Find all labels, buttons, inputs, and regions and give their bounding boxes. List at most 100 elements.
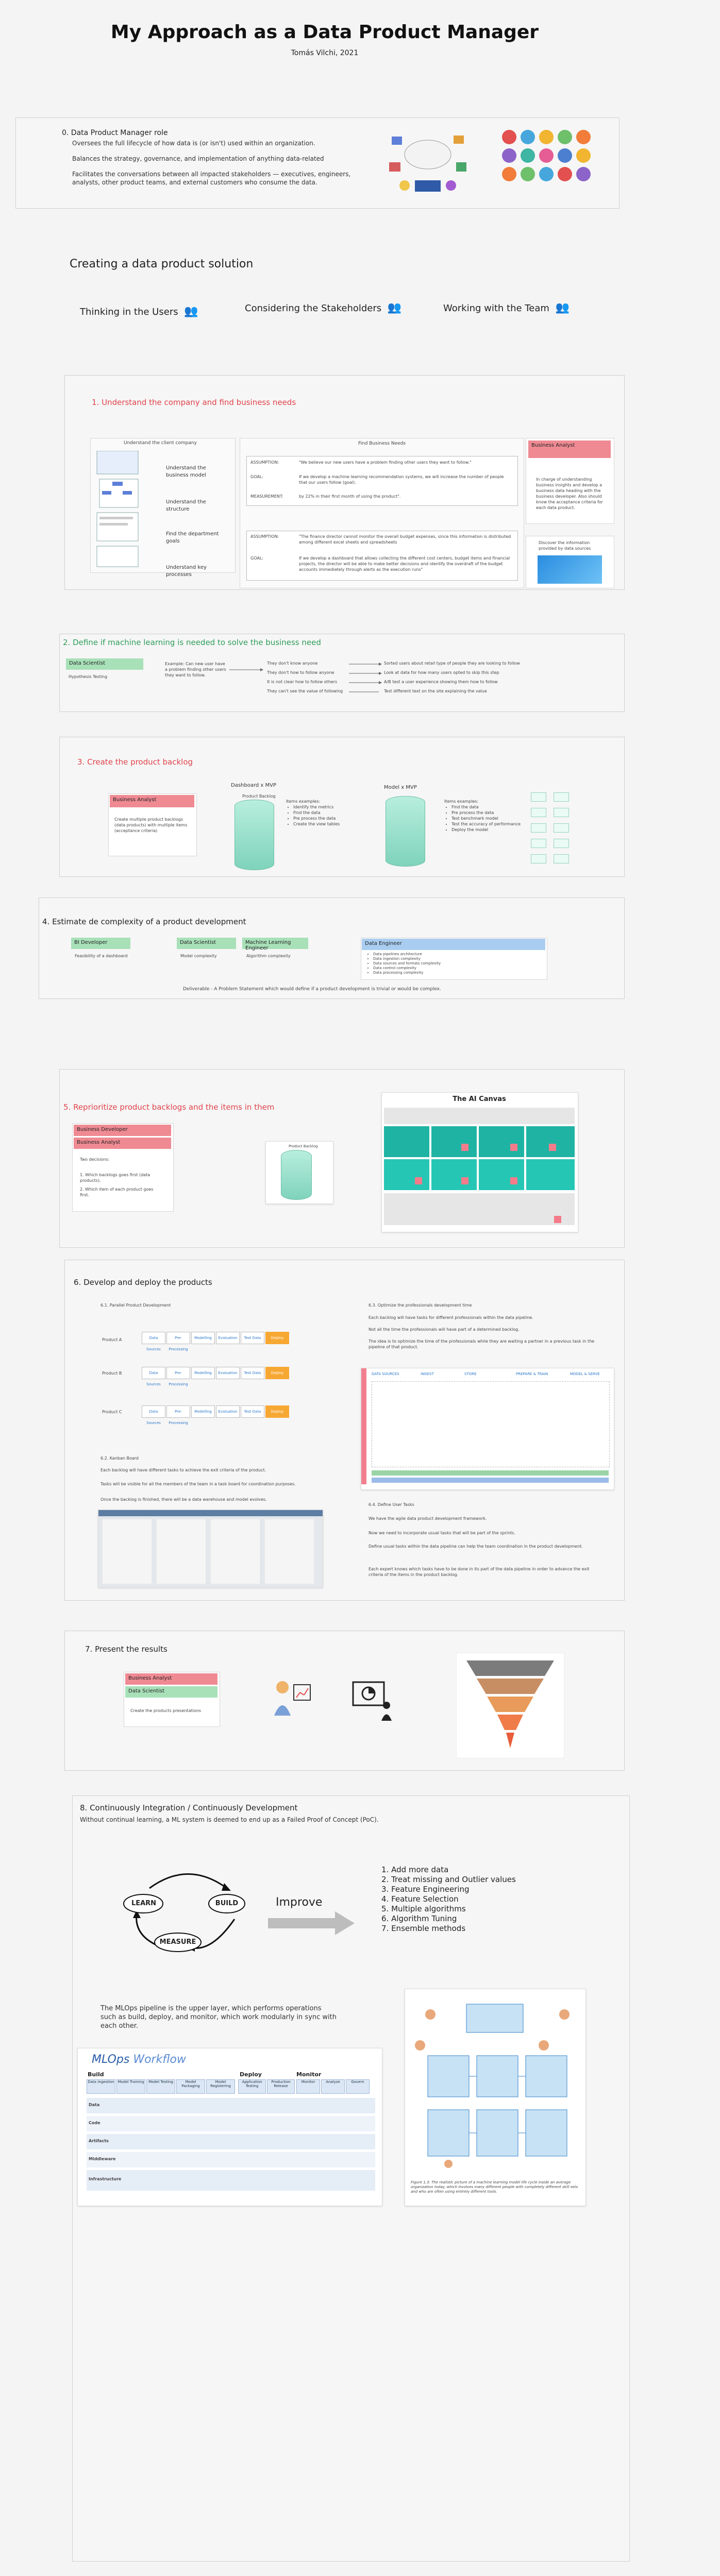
improvement-step: 5. Multiple algorithms: [381, 1904, 466, 1913]
ml-example: Example: Can new user have a problem fin…: [165, 662, 226, 677]
pipeline-stage-deploy: Deploy: [265, 1405, 289, 1418]
needs-val: If we develop a dashboard that allows co…: [299, 556, 510, 572]
mlops-row-label: Infrastructure: [89, 2177, 122, 2181]
mlops-step: Model Testing: [146, 2079, 175, 2094]
data-sources-text: Discover the information provided by dat…: [539, 540, 591, 551]
pipeline-stage-deploy: Deploy: [265, 1367, 289, 1379]
model-item: Find the data: [451, 804, 521, 810]
mlops-row: [87, 2152, 375, 2167]
pipeline-stage: Evaluation: [216, 1332, 240, 1344]
ai-canvas-grid: [384, 1108, 575, 1229]
role-business-developer: Business Developer: [74, 1125, 171, 1136]
hypothesis-right: A/B test a user experience showing them …: [384, 680, 498, 684]
data-scientist-desc: Model complexity: [180, 954, 217, 958]
pipeline-stage: Modelling: [191, 1332, 215, 1344]
model-item: Deploy the model: [451, 827, 521, 833]
data-sources-image: [538, 555, 602, 584]
canvas-cell: [431, 1126, 477, 1157]
reprioritize-panel: [72, 1123, 174, 1212]
canvas-cell: [384, 1126, 429, 1157]
cycle-learn: LEARN: [131, 1900, 157, 1907]
role-data-scientist: Data Scientist: [66, 658, 143, 670]
hypothesis-right: Look at data for how many users opted to…: [384, 670, 499, 675]
bi-developer-desc: Feasibility of a dashboard: [75, 954, 128, 958]
client-item: Find the department goals: [166, 531, 219, 544]
mlops-step: Application Testing: [238, 2079, 266, 2094]
role-business-analyst: Business Analyst: [125, 1673, 217, 1685]
mlops-rows: Data Code Artifacts Middleware Infrastru…: [87, 2098, 375, 2198]
deliverable-text: Deliverable - A Problem Statement which …: [183, 987, 441, 992]
improvement-step: 7. Ensemble methods: [381, 1924, 466, 1933]
pipeline-footer-green: [372, 1470, 609, 1476]
ml-lifecycle-diagram: [415, 2004, 570, 2168]
pipeline-stage: Modelling: [191, 1405, 215, 1418]
kanban-board-screenshot: [98, 1510, 323, 1588]
role-bullet: Balances the strategy, governance, and i…: [72, 155, 324, 162]
needs-val: "The finance director cannot monitor the…: [299, 534, 511, 545]
canvas-marker: [554, 1216, 561, 1223]
define-text: Now we need to incorporate usual tasks t…: [369, 1531, 515, 1535]
data-lifecycle-illustration: [389, 135, 466, 192]
mlops-row: [87, 2170, 375, 2191]
hypothesis-right: Sorted users about retail type of people…: [384, 661, 520, 666]
section-2-title: 2. Define if machine learning is needed …: [63, 638, 321, 647]
section-6-title: 6. Develop and deploy the products: [74, 1278, 212, 1287]
role-data-scientist: Data Scientist: [177, 938, 236, 949]
optimize-text: The idea is to optimize the time of the …: [369, 1339, 595, 1349]
data-engineer-item: Data ingestion complexity: [373, 957, 441, 961]
pillar-users: Thinking in the Users 👥: [80, 305, 198, 318]
org-chart-thumbnails: [96, 451, 139, 567]
model-item: Test the accuracy of performance: [451, 821, 521, 827]
role-bullet: Oversees the full lifecycle of how data …: [72, 140, 315, 147]
ai-canvas-title: The AI Canvas: [453, 1095, 506, 1103]
define-text: We have the agile data product developme…: [369, 1516, 487, 1521]
model-items: Find the data Pre process the data Test …: [444, 804, 521, 833]
backlog-mini-item: [531, 839, 546, 848]
page-author: Tomás Vilchi, 2021: [291, 49, 359, 57]
role-bi-developer: BI Developer: [71, 938, 130, 949]
client-item: Understand the structure: [166, 499, 206, 512]
page-title: My Approach as a Data Product Manager: [110, 22, 539, 43]
section-4-title: 4. Estimate de complexity of a product d…: [42, 917, 246, 926]
define-text: Each expert knows which tasks have to be…: [369, 1567, 590, 1577]
parallel-title: 6.1. Parallel Product Development: [101, 1303, 171, 1308]
pipeline-footer-blue: [372, 1478, 609, 1483]
creating-title: Creating a data product solution: [70, 258, 254, 270]
role-business-analyst: Business Analyst: [528, 440, 611, 458]
pipeline-stage: Evaluation: [216, 1405, 240, 1418]
canvas-cell: [526, 1159, 575, 1190]
mlops-step: Data Ingestion: [87, 2079, 115, 2094]
decision-item: 2. Which item of each product goes first…: [80, 1187, 154, 1197]
canvas-band: [384, 1193, 575, 1225]
needs-key: ASSUMPTION:: [250, 534, 279, 539]
present-desc: Create the products presentations: [130, 1708, 202, 1713]
canvas-cell: [431, 1159, 477, 1190]
data-engineer-items: Data pipelines architecture Data ingesti…: [366, 952, 441, 975]
improve-label: Improve: [276, 1896, 323, 1909]
kanban-text: Tasks will be visible for all the member…: [101, 1482, 296, 1486]
figure-caption: Figure 1.3: The realistic picture of a m…: [411, 2180, 578, 2194]
dashboard-backlog-cylinder: [235, 800, 274, 870]
role-title: 0. Data Product Manager role: [62, 129, 168, 137]
backlog-mini-item: [531, 792, 546, 802]
pipeline-side-bar: [361, 1368, 366, 1484]
canvas-cell: [384, 1159, 429, 1190]
business-needs-title: Find Business Needs: [358, 441, 406, 446]
mlops-row: [87, 2116, 375, 2131]
pillar-stakeholders: Considering the Stakeholders 👥: [245, 301, 402, 314]
model-item: Test benchmark model: [451, 816, 521, 821]
mlops-row-label: Data: [89, 2103, 100, 2107]
model-item: Pre process the data: [451, 810, 521, 816]
dashboard-items-label: Items examples:: [286, 799, 321, 804]
model-items-label: Items examples:: [444, 799, 479, 804]
pyramid-diagram: [456, 1653, 564, 1758]
kanban-column: [157, 1519, 206, 1584]
mlops-step: Production Release: [267, 2079, 295, 2094]
model-backlog-cylinder: [386, 796, 425, 867]
section-7-title: 7. Present the results: [85, 1645, 168, 1654]
product-label: Product B: [102, 1371, 122, 1376]
mlops-step: Model Registering: [206, 2079, 235, 2094]
canvas-marker: [461, 1177, 468, 1184]
improvement-steps: 1. Add more data 2. Treat missing and Ou…: [381, 1865, 516, 1934]
pipeline-col: STORE: [464, 1372, 477, 1376]
